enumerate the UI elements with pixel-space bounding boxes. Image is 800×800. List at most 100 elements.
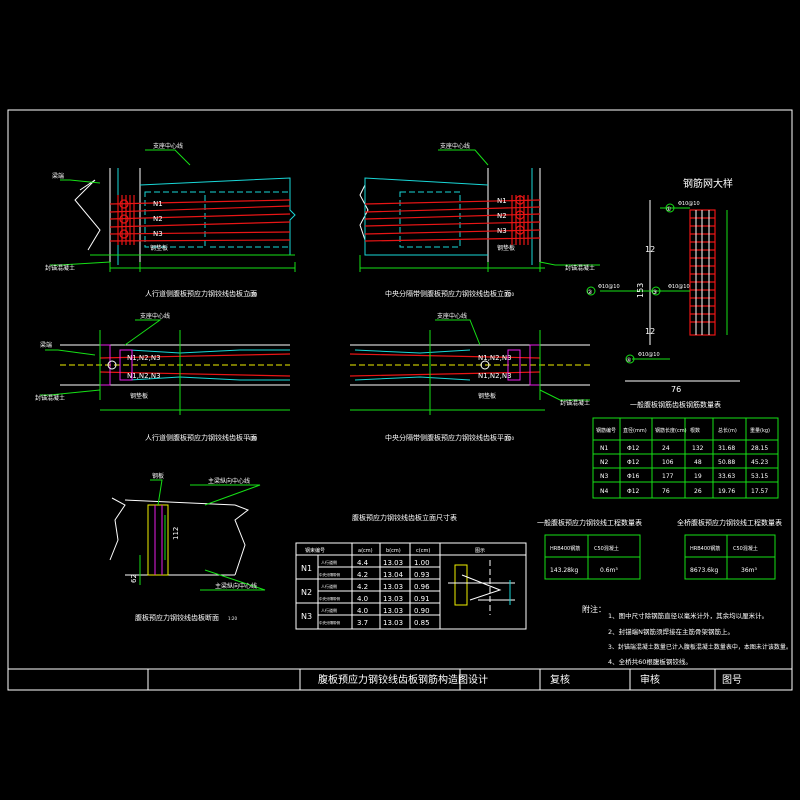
table1-cell: 50.88 [718, 459, 735, 466]
dim-153: 153 [636, 283, 645, 298]
section-label-c: 主梁纵向中心线 [215, 582, 257, 590]
steel-plate-label: 钢垫板 [130, 392, 148, 400]
table4-header: 钢束编号 [305, 547, 325, 554]
anchor-concrete-label: 封锚混凝土 [45, 264, 75, 272]
rebar-circle-1: ① [666, 206, 671, 213]
table4-a: 4.2 [357, 583, 368, 591]
table4-c: 0.91 [414, 595, 430, 603]
anchor-concrete-label: 封锚混凝土 [560, 399, 590, 407]
table4-c: 0.85 [414, 619, 430, 627]
review-label: 审核 [640, 673, 660, 686]
section-view: 钢板 主梁纵向中心线 主梁纵向中心线 112 62 腹板预应力钢铰线齿板断面 1… [109, 472, 266, 622]
table1-cell: 132 [692, 445, 704, 452]
rebar-circle-4: ④ [626, 357, 631, 364]
table1-header: 直径(mm) [623, 427, 647, 434]
view-scale: 1:20 [248, 436, 257, 441]
beam-end-label: 梁端 [52, 172, 64, 180]
table4-header: b(cm) [386, 548, 401, 554]
bearing-center-label: 支座中心线 [437, 312, 467, 320]
n1-label: N1 [497, 197, 507, 205]
steel-plate-label: 钢垫板 [497, 244, 515, 252]
table1-cell: 53.15 [751, 473, 768, 480]
table1-header: 钢筋长度(cm) [655, 427, 687, 434]
table4-c: 0.96 [414, 583, 430, 591]
view-scale: 1:20 [248, 292, 257, 297]
table4-b: 13.03 [383, 559, 403, 567]
table4-side: 中央分隔带侧 [319, 596, 340, 601]
table1-cell: 76 [662, 488, 670, 495]
design-label: 设计 [468, 673, 488, 686]
table4-side: 人行道侧 [321, 607, 337, 613]
n123-lower-label: N1,N2,N3 [127, 372, 161, 380]
table1-cell: 106 [662, 459, 674, 466]
table1-cell: N3 [600, 473, 608, 480]
table1-cell: 31.68 [718, 445, 735, 452]
table4-side: 中央分隔带侧 [319, 620, 340, 625]
table4-b: 13.03 [383, 595, 403, 603]
table4-c: 1.00 [414, 559, 430, 567]
dimension-table: 腹板预应力钢铰线齿板立面尺寸表 钢束编号 a(cm) b(cm) c(cm) 图… [295, 513, 527, 630]
drawing-title: 腹板预应力钢铰线齿板钢筋构造图 [318, 673, 468, 686]
table1-cell: Φ12 [627, 459, 640, 466]
n3-label: N3 [497, 227, 507, 235]
plan-left-view: N1,N2,N3 N1,N2,N3 支座中心线 梁端 封锚混凝土 钢垫板 人行道… [35, 312, 291, 442]
n123-upper-label: N1,N2,N3 [478, 354, 512, 362]
elevation-right-view: N1 N2 N3 支座中心线 封锚混凝土 钢垫板 中央分隔带侧腹板预应力钢铰线齿… [359, 142, 600, 298]
table2-v1: 143.28kg [550, 567, 578, 574]
note-item: 2、封锚端N钢筋须焊接在主筋骨架钢筋上。 [608, 627, 734, 636]
title-block: 腹板预应力钢铰线齿板钢筋构造图 设计 复核 审核 图号 [8, 668, 792, 690]
rebar-label-1: Φ10@10 [678, 201, 700, 207]
table4-side: 中央分隔带侧 [319, 572, 340, 577]
table1-cell: 26 [694, 488, 702, 495]
check-label: 复核 [550, 673, 570, 686]
view-title: 中央分隔带侧腹板预应力钢铰线齿板立面 [385, 289, 511, 298]
note-item: 3、封锚端混凝土数量已计入腹板混凝土数量表中，本图未计该数量。 [608, 643, 792, 651]
elevation-left-view: N1 N2 N3 支座中心线 梁端 封锚混凝土 钢垫板 人行道侧腹板预应力钢铰线… [45, 142, 296, 298]
table3-h1: HRB400钢筋 [690, 545, 720, 552]
notes-head: 附注： [582, 604, 606, 614]
table2-h1: HRB400钢筋 [550, 545, 580, 552]
table1-cell: 24 [662, 445, 670, 452]
table4-bundle: N2 [301, 588, 312, 597]
table1-cell: 33.63 [718, 473, 735, 480]
table4-c: 0.93 [414, 571, 430, 579]
bridge-quantity-table: 全桥腹板预应力钢铰线工程数量表 HRB400钢筋 C50混凝土 8673.6kg… [677, 518, 782, 580]
steel-plate-label: 钢垫板 [478, 392, 496, 400]
table2-h2: C50混凝土 [594, 545, 619, 552]
dim-12-bottom: 12 [645, 327, 655, 336]
table1-header: 重量(kg) [750, 427, 770, 434]
anchor-concrete-label: 封锚混凝土 [565, 264, 595, 272]
n2-label: N2 [153, 215, 163, 223]
table4-title: 腹板预应力钢铰线齿板立面尺寸表 [352, 513, 457, 522]
table1-cell: 19 [694, 473, 702, 480]
section-dim-62: 62 [130, 574, 138, 583]
table1-header: 总长(m) [718, 427, 737, 434]
n3-label: N3 [153, 230, 163, 238]
n1-label: N1 [153, 200, 163, 208]
table2-v2: 0.6m³ [600, 567, 618, 574]
table4-b: 13.03 [383, 619, 403, 627]
table1-cell: 19.76 [718, 488, 735, 495]
dim-12-top: 12 [645, 245, 655, 254]
table4-b: 13.03 [383, 607, 403, 615]
view-scale: 1:20 [228, 616, 237, 621]
rebar-label-4: Φ10@10 [638, 352, 660, 358]
rebar-circle-3: ③ [652, 289, 657, 296]
steel-plate-label: 钢垫板 [150, 244, 168, 252]
beam-end-label: 梁端 [40, 341, 52, 349]
table3-v2: 36m³ [741, 567, 757, 574]
rebar-quantity-table: 一般腹板钢筋齿板钢筋数量表 钢筋编号 直径(mm) 钢筋长度(cm) 根数 总长… [592, 400, 779, 499]
table1-cell: 17.57 [751, 488, 768, 495]
view-title: 中央分隔带侧腹板预应力钢铰线齿板平面 [385, 433, 511, 442]
section-dim-112: 112 [172, 527, 180, 540]
rebar-mesh-detail: 钢筋网大样 ① ② ③ ④ Φ10@10 Φ10@10 Φ10@10 Φ10@1… [586, 177, 740, 394]
view-title: 人行道侧腹板预应力钢铰线齿板平面 [145, 433, 257, 442]
bearing-center-label: 支座中心线 [440, 142, 470, 150]
rebar-circle-2: ② [587, 289, 593, 296]
general-quantity-table: 一般腹板预应力钢铰线工程数量表 HRB400钢筋 C50混凝土 143.28kg… [537, 518, 642, 580]
table1-cell: Φ16 [627, 473, 640, 480]
table3-h2: C50混凝土 [733, 545, 758, 552]
anchor-concrete-label: 封锚混凝土 [35, 394, 65, 402]
table4-c: 0.90 [414, 607, 430, 615]
table4-b: 13.04 [383, 571, 404, 579]
